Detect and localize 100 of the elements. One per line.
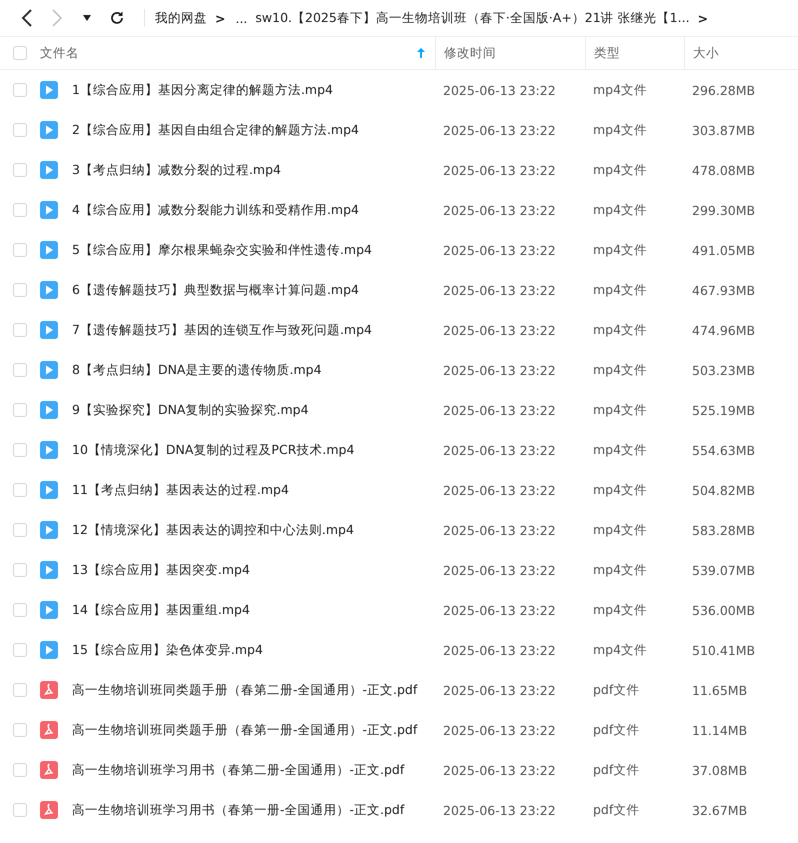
modified-time: 2025-06-13 23:22 (442, 82, 557, 98)
checkbox[interactable] (13, 443, 27, 457)
file-size: 299.30MB (691, 202, 756, 218)
checkbox[interactable] (13, 403, 27, 417)
checkbox[interactable] (13, 323, 27, 337)
file-type: mp4文件 (592, 282, 648, 298)
column-header[interactable]: 类型 (594, 44, 620, 62)
file-name[interactable]: 高一生物培训班同类题手册（春第二册-全国通用）-正文.pdf (64, 682, 435, 698)
file-size: 583.28MB (691, 522, 756, 538)
file-size: 37.08MB (691, 762, 748, 778)
file-type: pdf文件 (592, 722, 640, 738)
modified-time: 2025-06-13 23:22 (442, 722, 557, 738)
video-file-icon (40, 321, 58, 339)
pdf-file-icon (40, 681, 58, 699)
video-file-icon (40, 161, 58, 179)
file-size: 525.19MB (691, 402, 756, 418)
file-name[interactable]: 5【综合应用】摩尔根果蝇杂交实验和伴性遗传.mp4 (64, 242, 435, 258)
file-type: pdf文件 (592, 802, 640, 818)
file-name[interactable]: 4【综合应用】减数分裂能力训练和受精作用.mp4 (64, 202, 435, 218)
checkbox[interactable] (13, 46, 27, 60)
checkbox[interactable] (13, 723, 27, 737)
caret-down-icon (83, 15, 91, 21)
file-name[interactable]: 10【情境深化】DNA复制的过程及PCR技术.mp4 (64, 442, 435, 458)
modified-time: 2025-06-13 23:22 (442, 602, 557, 618)
file-size: 510.41MB (691, 642, 756, 658)
video-file-icon (40, 241, 58, 259)
chevron-left-icon (21, 9, 33, 27)
video-file-icon (40, 441, 58, 459)
pdf-file-icon (40, 761, 58, 779)
checkbox[interactable] (13, 483, 27, 497)
file-name[interactable]: 高一生物培训班同类题手册（春第一册-全国通用）-正文.pdf (64, 722, 435, 738)
video-file-icon (40, 361, 58, 379)
column-header[interactable]: 文件名 (40, 44, 79, 62)
modified-time: 2025-06-13 23:22 (442, 122, 557, 138)
file-name[interactable]: 3【考点归纳】减数分裂的过程.mp4 (64, 162, 435, 178)
file-size: 474.96MB (691, 322, 756, 338)
file-type: mp4文件 (592, 242, 648, 258)
checkbox[interactable] (13, 123, 27, 137)
modified-time: 2025-06-13 23:22 (442, 682, 557, 698)
file-name[interactable]: 15【综合应用】染色体变异.mp4 (64, 642, 435, 658)
checkbox[interactable] (13, 523, 27, 537)
file-size: 536.00MB (691, 602, 756, 618)
file-size: 303.87MB (691, 122, 756, 138)
modified-time: 2025-06-13 23:22 (442, 482, 557, 498)
video-file-icon (40, 521, 58, 539)
pdf-file-icon (40, 721, 58, 739)
checkbox[interactable] (13, 243, 27, 257)
column-header[interactable]: 大小 (693, 44, 719, 62)
file-name[interactable]: 7【遗传解题技巧】基因的连锁互作与致死问题.mp4 (64, 322, 435, 338)
file-size: 554.63MB (691, 442, 756, 458)
file-type: mp4文件 (592, 402, 648, 418)
file-name[interactable]: 6【遗传解题技巧】典型数据与概率计算问题.mp4 (64, 282, 435, 298)
file-size: 491.05MB (691, 242, 756, 258)
file-size: 11.65MB (691, 682, 748, 698)
modified-time: 2025-06-13 23:22 (442, 442, 557, 458)
modified-time: 2025-06-13 23:22 (442, 802, 557, 818)
file-name[interactable]: 2【综合应用】基因自由组合定律的解题方法.mp4 (64, 122, 435, 138)
file-name[interactable]: 8【考点归纳】DNA是主要的遗传物质.mp4 (64, 362, 435, 378)
file-size: 503.23MB (691, 362, 756, 378)
file-name[interactable]: 高一生物培训班学习用书（春第二册-全国通用）-正文.pdf (64, 762, 435, 778)
video-file-icon (40, 601, 58, 619)
file-type: mp4文件 (592, 482, 648, 498)
file-name[interactable]: 11【考点归纳】基因表达的过程.mp4 (64, 482, 435, 498)
checkbox[interactable] (13, 803, 27, 817)
checkbox[interactable] (13, 203, 27, 217)
file-size: 296.28MB (691, 82, 756, 98)
file-name[interactable]: 1【综合应用】基因分离定律的解题方法.mp4 (64, 82, 435, 98)
file-name[interactable]: 14【综合应用】基因重组.mp4 (64, 602, 435, 618)
checkbox[interactable] (13, 643, 27, 657)
breadcrumb-link[interactable]: sw10.【2025春下】高一生物培训班（春下·全国版·A+）21讲 张继光【1... (255, 10, 690, 26)
modified-time: 2025-06-13 23:22 (442, 522, 557, 538)
modified-time: 2025-06-13 23:22 (442, 242, 557, 258)
checkbox[interactable] (13, 283, 27, 297)
file-type: mp4文件 (592, 602, 648, 618)
checkbox[interactable] (13, 683, 27, 697)
breadcrumb-separator: > (215, 10, 226, 26)
file-name[interactable]: 高一生物培训班学习用书（春第一册-全国通用）-正文.pdf (64, 802, 435, 818)
file-type: mp4文件 (592, 322, 648, 338)
checkbox[interactable] (13, 163, 27, 177)
checkbox[interactable] (13, 363, 27, 377)
file-size: 504.82MB (691, 482, 756, 498)
breadcrumb-separator: > (698, 10, 708, 26)
checkbox[interactable] (13, 83, 27, 97)
video-file-icon (40, 81, 58, 99)
file-name[interactable]: 13【综合应用】基因突变.mp4 (64, 562, 435, 578)
checkbox[interactable] (13, 563, 27, 577)
checkbox[interactable] (13, 763, 27, 777)
file-name[interactable]: 12【情境深化】基因表达的调控和中心法则.mp4 (64, 522, 435, 538)
pdf-file-icon (40, 801, 58, 819)
file-size: 32.67MB (691, 802, 748, 818)
column-header[interactable]: 修改时间 (444, 44, 496, 62)
video-file-icon (40, 281, 58, 299)
file-size: 539.07MB (691, 562, 756, 578)
checkbox[interactable] (13, 603, 27, 617)
breadcrumb-link[interactable]: 我的网盘 (155, 10, 207, 26)
video-file-icon (40, 201, 58, 219)
file-name[interactable]: 9【实验探究】DNA复制的实验探究.mp4 (64, 402, 435, 418)
breadcrumb-link[interactable]: ... (235, 10, 248, 26)
video-file-icon (40, 561, 58, 579)
file-type: mp4文件 (592, 82, 648, 98)
